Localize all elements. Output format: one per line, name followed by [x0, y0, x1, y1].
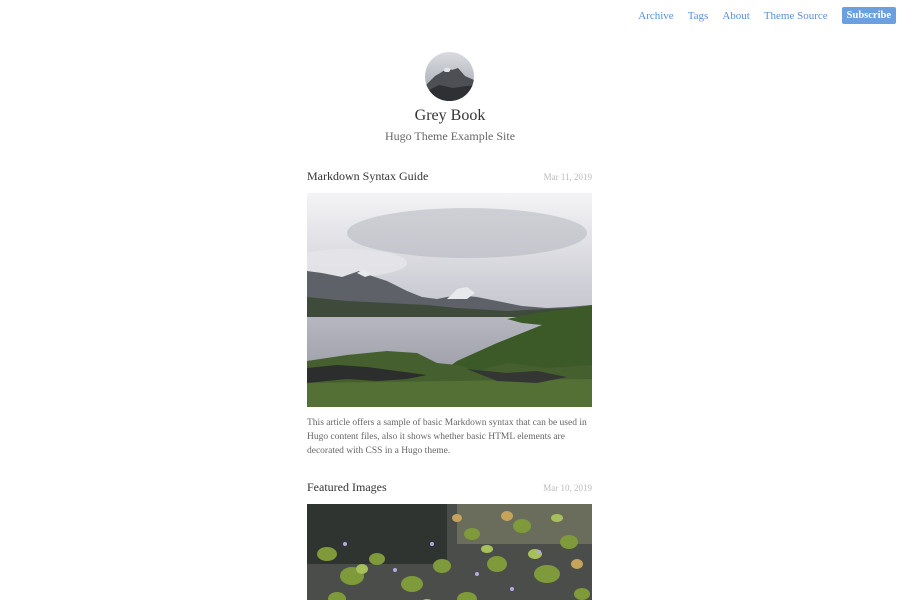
post-date: Mar 11, 2019	[543, 172, 592, 182]
site-avatar[interactable]	[425, 52, 474, 101]
flowers-featured-image[interactable]	[307, 504, 592, 600]
post-card: Featured Images Mar 10, 2019	[307, 480, 592, 600]
mountain-avatar-image	[425, 52, 474, 101]
post-title[interactable]: Markdown Syntax Guide	[307, 169, 428, 184]
site-title[interactable]: Grey Book	[0, 107, 900, 125]
nav-link-theme-source[interactable]: Theme Source	[764, 8, 828, 24]
post-card: Markdown Syntax Guide Mar 11, 2019 This …	[307, 169, 592, 458]
top-navigation: Archive Tags About Theme Source Subscrib…	[638, 7, 896, 24]
post-excerpt: This article offers a sample of basic Ma…	[307, 418, 587, 456]
post-title[interactable]: Featured Images	[307, 480, 387, 495]
nav-link-archive[interactable]: Archive	[638, 8, 673, 24]
lake-landscape-image[interactable]	[307, 193, 592, 407]
nav-link-tags[interactable]: Tags	[688, 8, 709, 24]
subscribe-button[interactable]: Subscribe	[841, 7, 896, 24]
post-date: Mar 10, 2019	[543, 483, 592, 493]
site-subtitle: Hugo Theme Example Site	[384, 129, 516, 143]
nav-link-about[interactable]: About	[722, 8, 750, 24]
